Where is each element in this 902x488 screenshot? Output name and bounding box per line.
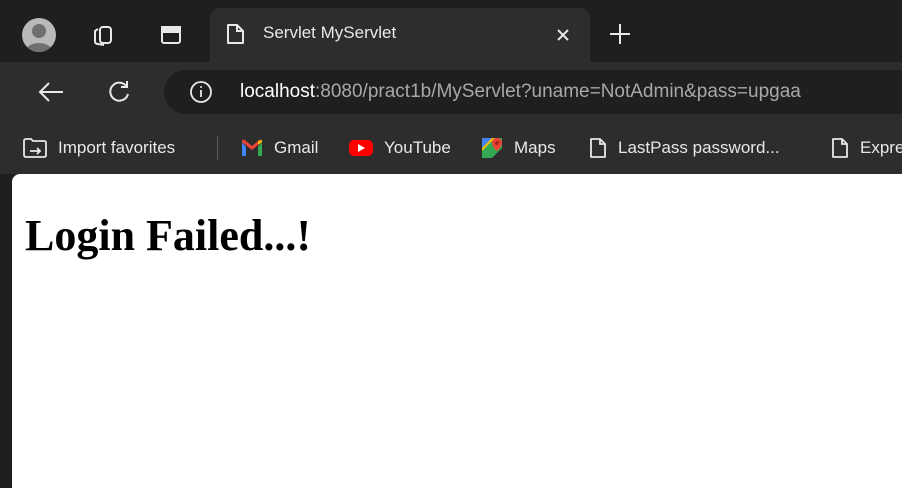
url-path: :8080/pract1b/MyServlet?uname=NotAdmin&p… <box>315 81 801 102</box>
favorite-maps[interactable]: Maps <box>480 122 556 174</box>
youtube-icon <box>349 140 373 156</box>
page-icon <box>590 138 606 158</box>
navigation-bar: localhost:8080/pract1b/MyServlet?uname=N… <box>0 62 902 122</box>
tab-close-button[interactable] <box>550 22 576 48</box>
active-tab[interactable]: Servlet MyServlet <box>210 8 590 62</box>
back-button[interactable] <box>36 77 66 107</box>
tab-actions-button[interactable] <box>154 18 188 52</box>
url-host: localhost <box>240 81 315 102</box>
url-text[interactable]: localhost:8080/pract1b/MyServlet?uname=N… <box>240 81 801 103</box>
favorite-lastpass[interactable]: LastPass password... <box>588 122 780 174</box>
import-favorites-label: Import favorites <box>58 138 176 157</box>
page-content: Login Failed...! <box>12 174 902 488</box>
favorite-gmail[interactable]: Gmail <box>240 122 318 174</box>
address-bar[interactable]: localhost:8080/pract1b/MyServlet?uname=N… <box>164 70 902 114</box>
favorite-youtube[interactable]: YouTube <box>348 122 451 174</box>
refresh-button[interactable] <box>104 77 134 107</box>
info-icon[interactable] <box>189 80 213 104</box>
import-favorites-icon <box>23 138 47 158</box>
page-heading: Login Failed...! <box>25 211 312 260</box>
favorite-label: LastPass password... <box>618 138 780 157</box>
new-tab-button[interactable] <box>604 18 636 50</box>
refresh-icon <box>109 81 129 102</box>
favorite-label: YouTube <box>384 138 451 157</box>
person-icon <box>25 24 53 52</box>
workspaces-button[interactable] <box>86 18 120 52</box>
tab-actions-icon <box>161 26 181 44</box>
plus-icon <box>610 24 630 44</box>
gmail-icon <box>242 139 262 156</box>
page-icon <box>227 24 244 44</box>
import-favorites-button[interactable]: Import favorites <box>22 122 175 174</box>
favorite-label: Expre <box>860 138 902 157</box>
profile-avatar[interactable] <box>22 18 56 52</box>
favorite-label: Maps <box>514 138 556 157</box>
workspaces-icon <box>94 26 112 46</box>
tab-title: Servlet MyServlet <box>263 23 397 42</box>
close-icon <box>557 29 569 41</box>
page-icon <box>832 138 848 158</box>
favorites-divider <box>217 136 218 160</box>
maps-icon <box>482 138 502 158</box>
back-arrow-icon <box>38 82 63 102</box>
favorites-bar: Import favorites Gmail YouTube Maps Last… <box>0 122 902 174</box>
tab-strip: Servlet MyServlet <box>0 0 902 62</box>
favorite-label: Gmail <box>274 138 319 157</box>
favorite-expre[interactable]: Expre <box>830 122 902 174</box>
